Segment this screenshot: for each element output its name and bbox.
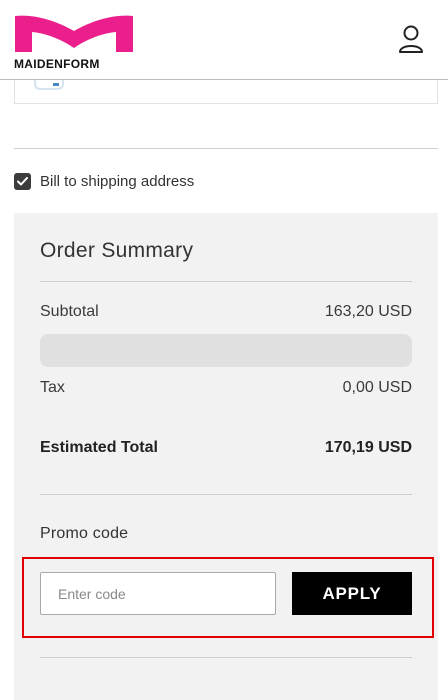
loading-placeholder (40, 334, 412, 367)
tax-label: Tax (40, 379, 65, 396)
promo-code-label: Promo code (40, 525, 129, 542)
brand-logo[interactable]: MAIDENFORM (13, 12, 137, 71)
tax-value: 0,00 USD (342, 379, 412, 396)
summary-divider (40, 494, 412, 495)
account-button[interactable] (396, 24, 426, 56)
checkbox-checked-icon[interactable] (14, 172, 31, 190)
estimated-total-value: 170,19 USD (324, 439, 412, 456)
promo-code-input[interactable] (40, 572, 276, 615)
bill-to-shipping-label: Bill to shipping address (40, 172, 195, 190)
subtotal-value: 163,20 USD (324, 303, 412, 320)
maidenform-m-icon (15, 15, 133, 53)
section-divider (14, 148, 438, 149)
site-header: MAIDENFORM (0, 0, 448, 80)
summary-divider (40, 657, 412, 658)
summary-divider (40, 281, 412, 282)
brand-wordmark: MAIDENFORM (14, 57, 100, 71)
apply-button[interactable]: APPLY (292, 572, 412, 615)
estimated-total-label: Estimated Total (40, 439, 158, 456)
person-icon (399, 25, 423, 53)
subtotal-label: Subtotal (40, 303, 99, 320)
bill-to-shipping-checkbox[interactable]: Bill to shipping address (14, 171, 194, 191)
order-summary-title: Order Summary (40, 239, 194, 262)
payment-card-remnant (14, 80, 438, 104)
card-brand-icon (34, 80, 64, 90)
